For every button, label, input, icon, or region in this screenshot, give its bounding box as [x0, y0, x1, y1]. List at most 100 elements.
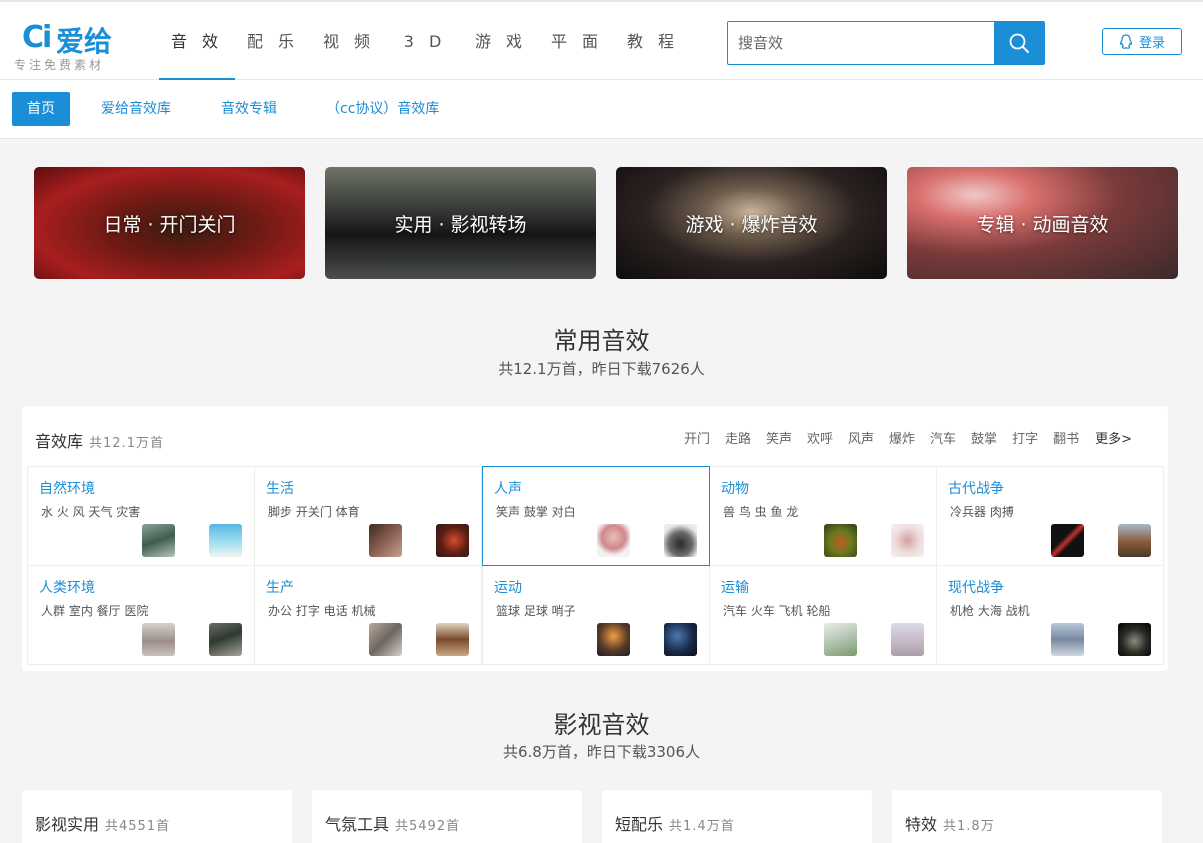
category-tags: 办公 打字 电话 机械	[268, 604, 376, 618]
film-card-name: 短配乐	[615, 815, 664, 834]
category-title: 运输	[721, 580, 749, 596]
category-grid: 自然环境 水 火 风 天气 灾害 生活 脚步 开关门 体育 人声 笑声 鼓掌 对…	[27, 466, 1164, 666]
library-count: 共12.1万首	[89, 436, 164, 451]
category-title: 现代战争	[948, 580, 1004, 596]
category-card[interactable]: 动物 兽 鸟 虫 鱼 龙	[709, 466, 937, 566]
thumbnail	[209, 524, 242, 557]
banner-animation[interactable]: 专辑 · 动画音效	[907, 167, 1178, 279]
banner-transition-label: 实用 · 影视转场	[394, 213, 527, 236]
category-card[interactable]: 运输 汽车 火车 飞机 轮船	[709, 565, 937, 665]
banner-door-label: 日常 · 开门关门	[103, 213, 236, 236]
nav-graphic[interactable]: 平 面	[539, 2, 615, 80]
search-icon	[1009, 33, 1029, 53]
category-card[interactable]: 自然环境 水 火 风 天气 灾害	[27, 466, 255, 566]
film-card-title: 特效 共1.8万	[905, 811, 995, 835]
top-header: Ci 爱给 专注免费素材 音 效 配 乐 视 频 3 D 游 戏 平 面 教 程…	[0, 0, 1203, 80]
category-card[interactable]: 人类环境 人群 室内 餐厅 医院	[27, 565, 255, 665]
film-card[interactable]: 短配乐 共1.4万首	[602, 790, 872, 843]
library-panel: 音效库 共12.1万首 开门 走路 笑声 欢呼 风声 爆炸 汽车 鼓掌 打字 翻书…	[22, 406, 1168, 671]
nav-video[interactable]: 视 频	[311, 2, 387, 80]
nav-music[interactable]: 配 乐	[235, 2, 311, 80]
film-section-subtitle: 共6.8万首，昨日下载3306人	[502, 743, 701, 761]
logo-name: 爱给	[56, 25, 113, 58]
thumbnail	[369, 623, 402, 656]
tags-more-link[interactable]: 更多>	[1095, 428, 1132, 447]
nav-tutorial[interactable]: 教 程	[615, 2, 691, 80]
film-card-count: 共4551首	[105, 819, 171, 834]
thumbnail	[142, 623, 175, 656]
film-section-title: 影视音效	[553, 711, 650, 739]
logo-mark: Ci	[22, 20, 52, 55]
qq-icon	[1120, 33, 1132, 49]
search-input[interactable]	[728, 22, 994, 64]
film-card-name: 气氛工具	[325, 815, 390, 834]
tag-link[interactable]: 鼓掌	[971, 428, 997, 447]
thumbnail	[824, 623, 857, 656]
category-tags: 人群 室内 餐厅 医院	[41, 604, 149, 618]
site-logo[interactable]: Ci 爱给 专注免费素材	[14, 16, 139, 76]
thumbnail	[436, 524, 469, 557]
thumbnail	[1118, 623, 1151, 656]
login-button[interactable]: 登录	[1102, 28, 1182, 55]
banner-transition[interactable]: 实用 · 影视转场	[325, 167, 596, 279]
category-card[interactable]: 生活 脚步 开关门 体育	[254, 466, 482, 566]
thumbnail	[597, 623, 630, 656]
film-card-count: 共1.8万	[943, 819, 995, 834]
category-tags: 冷兵器 肉搏	[950, 505, 1014, 519]
film-card[interactable]: 气氛工具 共5492首	[312, 790, 582, 843]
search-box	[727, 21, 1045, 65]
category-tags: 兽 鸟 虫 鱼 龙	[723, 505, 799, 519]
nav-sound-effects[interactable]: 音 效	[159, 2, 235, 80]
subnav-albums[interactable]: 音效专辑	[221, 92, 277, 126]
thumbnail	[1051, 524, 1084, 557]
category-tags: 机枪 大海 战机	[950, 604, 1030, 618]
category-title: 运动	[494, 580, 522, 596]
banner-door[interactable]: 日常 · 开门关门	[34, 167, 305, 279]
subnav-home[interactable]: 首页	[12, 92, 70, 126]
category-tags: 笑声 鼓掌 对白	[496, 505, 576, 519]
logo-slogan: 专注免费素材	[14, 58, 105, 72]
tag-link[interactable]: 开门	[684, 428, 710, 447]
tag-link[interactable]: 爆炸	[889, 428, 915, 447]
category-tags: 汽车 火车 飞机 轮船	[723, 604, 831, 618]
film-card[interactable]: 特效 共1.8万	[892, 790, 1162, 843]
category-title: 生活	[266, 481, 294, 497]
film-card-title: 气氛工具 共5492首	[325, 811, 460, 835]
category-card[interactable]: 古代战争 冷兵器 肉搏	[936, 466, 1164, 566]
category-card[interactable]: 运动 篮球 足球 哨子	[482, 565, 710, 665]
banner-explosion[interactable]: 游戏 · 爆炸音效	[616, 167, 887, 279]
category-card[interactable]: 生产 办公 打字 电话 机械	[254, 565, 482, 665]
tag-link[interactable]: 风声	[848, 428, 874, 447]
category-title: 自然环境	[39, 481, 95, 497]
tag-link[interactable]: 笑声	[766, 428, 792, 447]
film-card-name: 影视实用	[35, 815, 100, 834]
category-title: 人类环境	[39, 580, 95, 596]
subnav-library[interactable]: 爱给音效库	[101, 92, 171, 126]
tag-link[interactable]: 打字	[1012, 428, 1038, 447]
library-title-text: 音效库	[35, 432, 84, 451]
film-card[interactable]: 影视实用 共4551首	[22, 790, 292, 843]
subnav-cc-library[interactable]: （cc协议）音效库	[326, 92, 439, 126]
tag-link[interactable]: 走路	[725, 428, 751, 447]
banner-animation-label: 专辑 · 动画音效	[976, 213, 1109, 236]
main-nav: 音 效 配 乐 视 频 3 D 游 戏 平 面 教 程	[159, 2, 691, 80]
thumbnail	[891, 623, 924, 656]
nav-game[interactable]: 游 戏	[463, 2, 539, 80]
film-card-title: 短配乐 共1.4万首	[615, 811, 735, 835]
library-tags: 开门 走路 笑声 欢呼 风声 爆炸 汽车 鼓掌 打字 翻书 更多>	[669, 428, 1132, 447]
film-card-count: 共1.4万首	[669, 819, 735, 834]
category-card[interactable]: 现代战争 机枪 大海 战机	[936, 565, 1164, 665]
thumbnail	[1118, 524, 1151, 557]
sub-nav: 首页 爱给音效库 音效专辑 （cc协议）音效库	[0, 80, 1203, 139]
nav-3d[interactable]: 3 D	[387, 2, 463, 80]
tag-link[interactable]: 欢呼	[807, 428, 833, 447]
category-title: 古代战争	[948, 481, 1004, 497]
tag-link[interactable]: 翻书	[1053, 428, 1079, 447]
search-button[interactable]	[994, 22, 1044, 64]
tag-link[interactable]: 汽车	[930, 428, 956, 447]
thumbnail	[597, 524, 630, 557]
category-card[interactable]: 人声 笑声 鼓掌 对白	[482, 466, 710, 566]
film-card-title: 影视实用 共4551首	[35, 811, 170, 835]
category-title: 动物	[721, 481, 749, 497]
thumbnail	[209, 623, 242, 656]
